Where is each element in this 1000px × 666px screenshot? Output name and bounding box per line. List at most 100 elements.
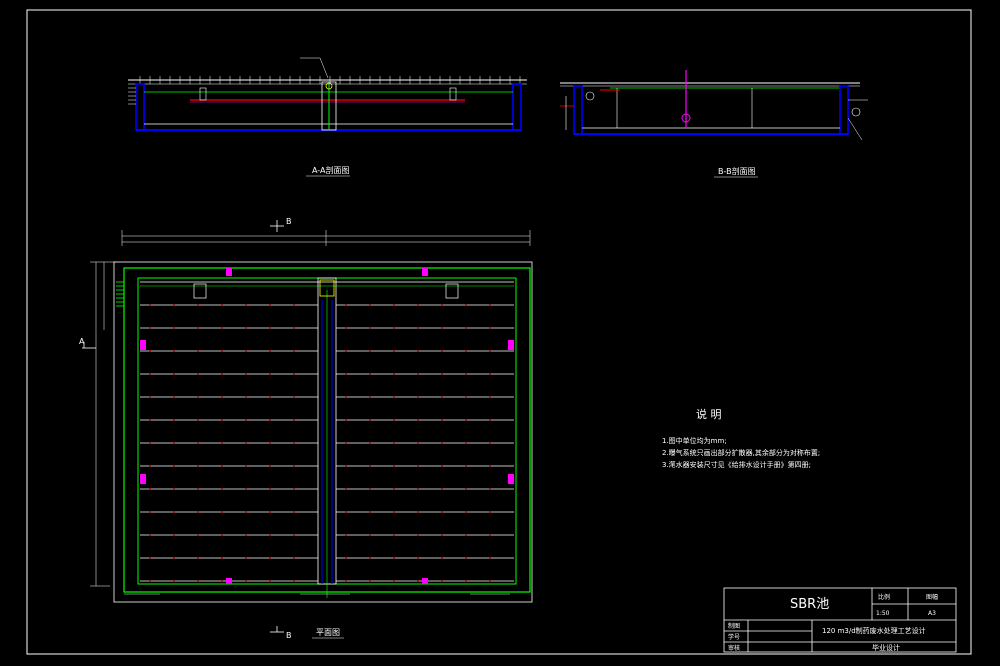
section-mark-a: A [79, 337, 85, 346]
diffuser [345, 350, 347, 352]
diffuser [197, 396, 199, 398]
diffuser [245, 465, 247, 467]
diffuser [393, 396, 395, 398]
diffuser [465, 534, 467, 536]
diffuser [221, 304, 223, 306]
diffuser [465, 350, 467, 352]
diffuser [489, 580, 491, 582]
diffuser [269, 304, 271, 306]
section-mark-b-top: B [286, 217, 292, 226]
diffuser [173, 557, 175, 559]
diffuser [417, 580, 419, 582]
diffuser [173, 511, 175, 513]
diffuser [393, 304, 395, 306]
diffuser [345, 373, 347, 375]
diffuser [173, 488, 175, 490]
diffuser [293, 304, 295, 306]
diffuser [269, 442, 271, 444]
sheet-value: A3 [928, 610, 936, 617]
diffuser [149, 396, 151, 398]
scale-label: 比例 [878, 593, 890, 601]
diffuser [393, 488, 395, 490]
diffuser [221, 488, 223, 490]
diffuser [149, 350, 151, 352]
diffuser [417, 373, 419, 375]
diffuser [245, 419, 247, 421]
diffuser [441, 419, 443, 421]
diffuser [197, 488, 199, 490]
diffuser [221, 373, 223, 375]
plan-view [82, 220, 533, 633]
diffuser [245, 327, 247, 329]
diffuser [345, 534, 347, 536]
diffuser [417, 465, 419, 467]
diffuser [245, 350, 247, 352]
plan-title: 平面图 [316, 628, 340, 637]
diffuser [369, 373, 371, 375]
diffuser [441, 488, 443, 490]
diffuser [221, 442, 223, 444]
diffuser [173, 396, 175, 398]
diffuser [269, 511, 271, 513]
section-aa-title: A-A剖面图 [312, 165, 349, 175]
diffuser [417, 419, 419, 421]
sheet-label: 图幅 [926, 593, 938, 601]
diffuser [345, 557, 347, 559]
diffuser [441, 396, 443, 398]
diffuser [369, 396, 371, 398]
diffuser [245, 534, 247, 536]
diffuser [345, 327, 347, 329]
diffuser [489, 373, 491, 375]
diffuser [465, 304, 467, 306]
diffuser [245, 304, 247, 306]
diffuser [221, 465, 223, 467]
diffuser [197, 534, 199, 536]
diffuser [417, 350, 419, 352]
diffuser [269, 419, 271, 421]
note-item-3: 3.滗水器安装尺寸见《给排水设计手册》第四册; [662, 460, 811, 469]
diffuser [269, 580, 271, 582]
diffuser [393, 580, 395, 582]
section-aa [128, 57, 527, 131]
diffuser [369, 327, 371, 329]
diffuser [269, 327, 271, 329]
diffuser [149, 488, 151, 490]
diffuser [345, 442, 347, 444]
footer-label: 毕业设计 [872, 643, 900, 652]
diffuser [489, 557, 491, 559]
diffuser [221, 534, 223, 536]
title-block [723, 587, 957, 653]
diffuser [245, 557, 247, 559]
diffuser [149, 304, 151, 306]
diffuser [293, 419, 295, 421]
diffuser [345, 396, 347, 398]
drawing-name: SBR池 [790, 597, 829, 612]
drawing-frame [26, 9, 972, 655]
diffuser [465, 488, 467, 490]
diffuser [489, 396, 491, 398]
diffuser [197, 327, 199, 329]
section-mark-b-bottom: B [286, 631, 292, 640]
diffuser [293, 511, 295, 513]
diffuser [149, 557, 151, 559]
diffuser [221, 350, 223, 352]
diffuser [293, 327, 295, 329]
diffuser [393, 442, 395, 444]
diffuser [197, 419, 199, 421]
diffuser [293, 488, 295, 490]
diffuser [489, 465, 491, 467]
diffuser [441, 442, 443, 444]
diffuser [149, 327, 151, 329]
diffuser [221, 580, 223, 582]
diffuser [489, 442, 491, 444]
diffuser [393, 350, 395, 352]
diffuser [245, 396, 247, 398]
diffuser [489, 327, 491, 329]
diffuser [245, 580, 247, 582]
diffuser [293, 465, 295, 467]
diffuser [369, 442, 371, 444]
diffuser [149, 373, 151, 375]
diffuser [441, 304, 443, 306]
diffuser [149, 511, 151, 513]
diffuser [245, 442, 247, 444]
